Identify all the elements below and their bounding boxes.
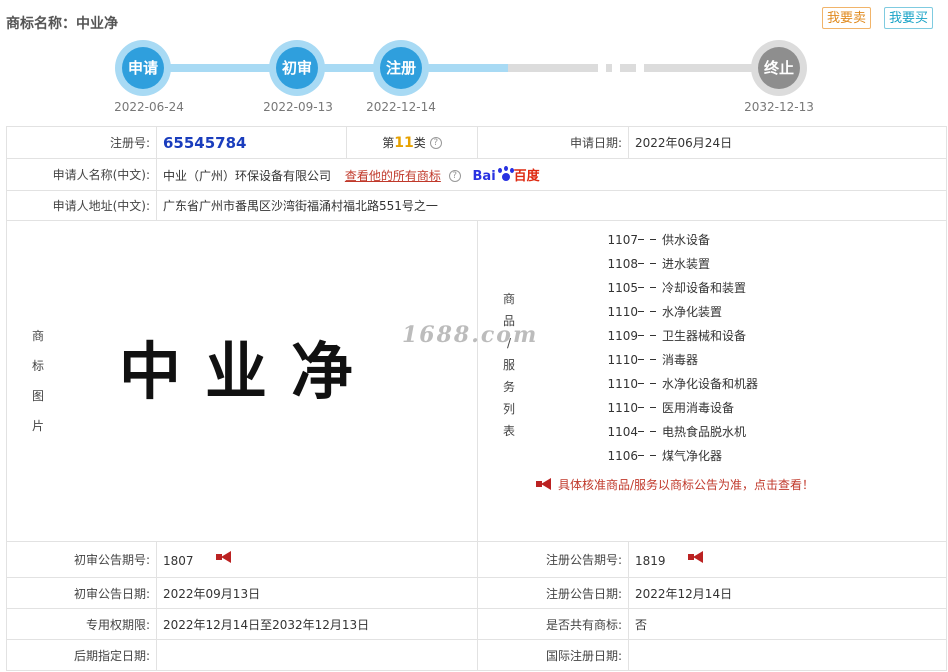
trademark-image-cell: 商 标 图 片 中业净: [6, 220, 478, 542]
site-watermark: 1688.com: [402, 322, 539, 348]
megaphone-icon: [536, 477, 554, 490]
trademark-image: 中业净: [119, 335, 378, 408]
apply-date-value: 2022年06月24日: [628, 126, 947, 159]
timeline-date-register: 2022-12-14: [366, 100, 436, 114]
term-label: 专用权期限:: [6, 608, 157, 640]
list-item: 1107 供水设备: [607, 232, 711, 247]
shared-value: 否: [628, 608, 947, 640]
address-label: 申请人地址(中文):: [6, 190, 157, 221]
later-date-label: 后期指定日期:: [6, 639, 157, 671]
timeline-node-terminate: 终止: [751, 40, 807, 96]
table-row: 初审公告期号: 1807 注册公告期号: 1819: [6, 541, 947, 578]
table-row: 专用权期限: 2022年12月14日至2032年12月13日 是否共有商标: 否: [6, 608, 947, 640]
table-row: 商 标 图 片 中业净 商 品 / 服 务 列 表 1107 供水设备 1108…: [6, 220, 947, 542]
list-item: 1105 冷却设备和装置: [607, 280, 747, 295]
later-date-value: [156, 639, 478, 671]
page-title: 商标名称：中业净: [6, 16, 118, 32]
term-value: 2022年12月14日至2032年12月13日: [156, 608, 478, 640]
prelim-date-value: 2022年09月13日: [156, 577, 478, 609]
buy-button[interactable]: 我要买: [884, 7, 934, 29]
applicant-value: 中业（广州）环保设备有限公司: [163, 169, 332, 183]
trademark-image-label: 商 标 图 片: [31, 329, 44, 433]
timeline-node-register: 注册: [373, 40, 429, 96]
timeline-date-prelim: 2022-09-13: [263, 100, 333, 114]
list-item: 1110 医用消毒设备: [607, 400, 735, 415]
prelim-no-value: 1807: [163, 554, 194, 568]
timeline-node-apply: 申请: [115, 40, 171, 96]
timeline-track-pending: [508, 64, 780, 72]
goods-services-cell: 商 品 / 服 务 列 表 1107 供水设备 1108 进水装置 1105 冷却设备…: [477, 220, 947, 542]
applicant-label: 申请人名称(中文):: [6, 158, 157, 191]
list-item: 1110 水净化装置: [607, 304, 723, 319]
shared-label: 是否共有商标:: [477, 608, 629, 640]
list-item: 1110 水净化设备和机器: [607, 376, 759, 391]
view-all-trademarks-link[interactable]: 查看他的所有商标: [345, 169, 441, 183]
list-item: 1106 煤气净化器: [607, 448, 723, 463]
timeline-date-terminate: 2032-12-13: [744, 100, 814, 114]
list-item: 1104 电热食品脱水机: [607, 424, 747, 439]
timeline-track-done: [150, 64, 508, 72]
prelim-date-label: 初审公告日期:: [6, 577, 157, 609]
reg-date-value: 2022年12月14日: [628, 577, 947, 609]
intl-date-label: 国际注册日期:: [477, 639, 629, 671]
baidu-paw-icon: [496, 166, 514, 182]
reg-date-label: 注册公告日期:: [477, 577, 629, 609]
goods-services-label: 商 品 / 服 务 列 表: [502, 291, 515, 438]
megaphone-icon[interactable]: [215, 551, 234, 563]
list-item: 1108 进水装置: [607, 256, 711, 271]
reg-no-label: 注册号:: [6, 126, 157, 159]
reg-announce-no-value: 1819: [635, 554, 666, 568]
help-icon[interactable]: ?: [448, 170, 461, 182]
list-item: 1110 消毒器: [607, 352, 699, 367]
goods-list: 1107 供水设备 1108 进水装置 1105 冷却设备和装置 1110 水净化装置 …: [588, 228, 814, 468]
class-cell: 第11类?: [346, 126, 478, 159]
reg-no-value: 65545784: [163, 133, 247, 152]
table-row: 申请人名称(中文): 中业（广州）环保设备有限公司 查看他的所有商标 ? Bai…: [6, 158, 947, 191]
table-row: 初审公告日期: 2022年09月13日 注册公告日期: 2022年12月14日: [6, 577, 947, 609]
timeline-node-prelim: 初审: [269, 40, 325, 96]
reg-announce-no-label: 注册公告期号:: [477, 541, 629, 578]
goods-notice-link[interactable]: 具体核准商品/服务以商标公告为准，点击查看！: [536, 476, 814, 493]
prelim-no-label: 初审公告期号:: [6, 541, 157, 578]
sell-button[interactable]: 我要卖: [822, 7, 872, 29]
table-row: 申请人地址(中文): 广东省广州市番禺区沙湾街福涌村福北路551号之一: [6, 190, 947, 221]
megaphone-icon[interactable]: [687, 551, 706, 563]
baidu-search-link[interactable]: Bai 百度: [473, 165, 540, 184]
address-value: 广东省广州市番禺区沙湾街福涌村福北路551号之一: [156, 190, 947, 221]
apply-date-label: 申请日期:: [477, 126, 629, 159]
class-number: 11: [394, 135, 414, 151]
list-item: 1109 卫生器械和设备: [607, 328, 747, 343]
table-row: 注册号: 65545784 第11类? 申请日期: 2022年06月24日: [6, 126, 947, 159]
help-icon[interactable]: ?: [429, 137, 442, 149]
table-row: 后期指定日期: 国际注册日期:: [6, 639, 947, 671]
intl-date-value: [628, 639, 947, 671]
timeline-date-apply: 2022-06-24: [114, 100, 184, 114]
trademark-detail-table: 注册号: 65545784 第11类? 申请日期: 2022年06月24日 申请…: [6, 126, 947, 671]
